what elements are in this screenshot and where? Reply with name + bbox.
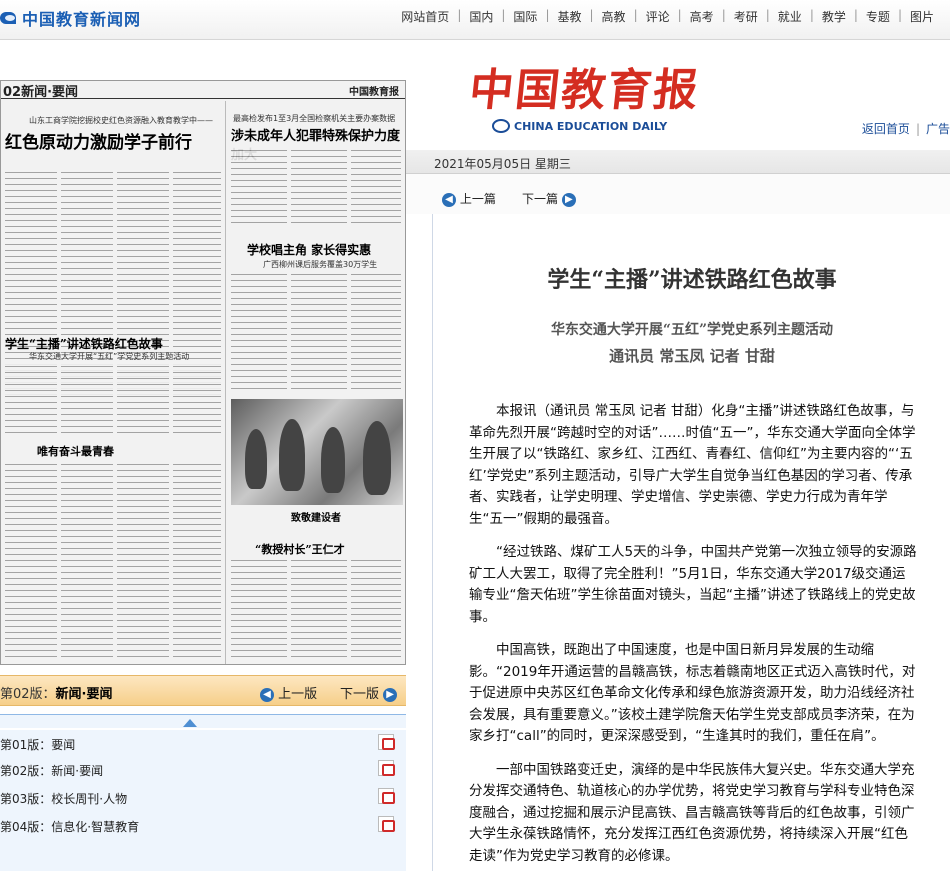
current-page-number: 第02版： [0, 687, 56, 702]
masthead-links: 返回首页 | 广告 [861, 122, 950, 136]
paper-headline-3[interactable]: 学校唱主角 家长得实惠 [247, 241, 371, 258]
nav-item-higher-edu[interactable]: 高教 [594, 8, 634, 25]
collapse-toggle[interactable] [0, 714, 406, 728]
prev-article-button[interactable]: ◀ 上一篇 [442, 190, 496, 207]
article-title: 学生“主播”讲述铁路红色故事 [547, 267, 837, 293]
top-header: 中国教育新闻网 网站首页 | 国内 | 国际 | 基教 | 高教 | 评论 | 高考 | 考研… [0, 0, 950, 40]
triangle-up-icon [183, 719, 197, 727]
paper-page-label: 02新闻·要闻 [3, 85, 79, 100]
next-article-button[interactable]: 下一篇 ▶ [522, 190, 576, 207]
nav-item-home[interactable]: 网站首页 [393, 8, 457, 25]
nav-item-topics[interactable]: 专题 [858, 8, 898, 25]
nav-item-images[interactable]: 图片 [902, 8, 942, 25]
paper-subhead-4: 华东交通大学开展“五红”学党史系列主题活动 [29, 352, 190, 361]
masthead-english: CHINA EDUCATION DAILY [492, 119, 667, 133]
logo-icon [0, 9, 18, 27]
arrow-left-icon: ◀ [442, 192, 456, 207]
article-subtitle: 华东交通大学开展“五红”学党史系列主题活动 [550, 322, 834, 338]
page-list: 第01版：要闻 第02版：新闻·要闻 第03版：校长周刊·人物 第04版：信息化… [0, 730, 406, 871]
paper-kicker-2: 最高检发布1至3月全国检察机关主要办案数据 [233, 114, 396, 123]
nav-item-teaching[interactable]: 教学 [814, 8, 854, 25]
article-byline: 通讯员 常玉凤 记者 甘甜 [609, 347, 775, 365]
newspaper-page-image[interactable]: 02新闻·要闻 中国教育报 山东工商学院挖掘校史红色资源融入教育教学中—— 红色… [0, 80, 406, 665]
paper-photo-caption: 致敬建设者 [291, 513, 341, 524]
site-logo[interactable]: 中国教育新闻网 [0, 6, 141, 30]
current-page-bar: 第02版：新闻·要闻 ◀ 上一版 下一版 ▶ [0, 675, 406, 706]
paper-page-header: 02新闻·要闻 中国教育报 [1, 81, 405, 100]
arrow-right-icon: ▶ [383, 687, 398, 702]
page-list-item[interactable]: 第04版：信息化·智慧教育 [0, 812, 406, 838]
main-nav: 网站首页 | 国内 | 国际 | 基教 | 高教 | 评论 | 高考 | 考研 | 就业 | 教学… [393, 8, 942, 25]
article-paragraph: 一部中国铁路变迁史，演绎的是中华民族伟大复兴史。华东交通大学充分发挥交通特色、轨… [469, 761, 915, 864]
article-pager: ◀ 上一篇 下一篇 ▶ [406, 174, 950, 214]
article-paragraph: 中国高铁，既跑出了中国速度，也是中国日新月异发展的生动缩影。“2019年开通运营… [469, 642, 916, 744]
date-bar: 2021年05月05日 星期三 [406, 150, 950, 174]
nav-item-kaoyan[interactable]: 考研 [726, 8, 766, 25]
nav-item-basic-edu[interactable]: 基教 [549, 8, 589, 25]
issue-date: 2021年05月05日 星期三 [434, 157, 571, 171]
next-page-button[interactable]: 下一版 ▶ [340, 683, 398, 702]
paper-photo[interactable] [231, 399, 403, 505]
article-body: 本报讯（通讯员 常玉凤 记者 甘甜）化身“主播”讲述铁路红色故事，与革命先烈开展… [469, 401, 919, 871]
pdf-icon[interactable] [378, 816, 395, 832]
paper-headline-5[interactable]: 唯有奋斗最青春 [37, 443, 114, 459]
ad-link[interactable]: 广告 [926, 122, 950, 136]
masthead: 中国教育报 CHINA EDUCATION DAILY 返回首页 | 广告 [406, 40, 950, 150]
masthead-logo: 中国教育报 [466, 65, 703, 116]
globe-icon [492, 119, 510, 133]
page-list-item[interactable]: 第03版：校长周刊·人物 [0, 784, 406, 810]
article-paragraph: “经过铁路、煤矿工人5天的斗争，中国共产党第一次独立领导的安源路矿工人大罢工，取… [469, 544, 917, 625]
article-paragraph: 本报讯（通讯员 常玉凤 记者 甘甜）化身“主播”讲述铁路红色故事，与革命先烈开展… [469, 403, 916, 527]
current-page-name: 新闻·要闻 [55, 687, 113, 702]
pdf-icon[interactable] [378, 760, 395, 776]
paper-headline-1[interactable]: 红色原动力激励学子前行 [5, 128, 192, 153]
article: 学生“主播”讲述铁路红色故事 华东交通大学开展“五红”学党史系列主题活动 通讯员… [432, 214, 950, 871]
nav-item-international[interactable]: 国际 [505, 8, 545, 25]
nav-item-jobs[interactable]: 就业 [770, 8, 810, 25]
pdf-icon[interactable] [378, 788, 395, 804]
paper-brand: 中国教育报 [349, 87, 399, 98]
nav-item-gaokao[interactable]: 高考 [682, 8, 722, 25]
prev-page-button[interactable]: ◀ 上一版 [260, 683, 317, 702]
pdf-icon[interactable] [378, 734, 395, 750]
page-list-item[interactable]: 第02版：新闻·要闻 [0, 756, 406, 782]
paper-headline-4[interactable]: 学生“主播”讲述铁路红色故事 [5, 335, 163, 352]
nav-item-domestic[interactable]: 国内 [461, 8, 501, 25]
paper-subhead-3: 广西柳州课后服务覆盖30万学生 [263, 260, 378, 269]
page-list-item[interactable]: 第01版：要闻 [0, 730, 406, 756]
paper-kicker-1: 山东工商学院挖掘校史红色资源融入教育教学中—— [29, 116, 213, 125]
home-link[interactable]: 返回首页 [862, 122, 910, 136]
arrow-right-icon: ▶ [561, 192, 576, 207]
arrow-left-icon: ◀ [260, 687, 274, 702]
nav-item-opinion[interactable]: 评论 [638, 8, 678, 25]
site-name: 中国教育新闻网 [22, 10, 142, 29]
paper-headline-7[interactable]: “教授村长”王仁才 [255, 541, 345, 557]
